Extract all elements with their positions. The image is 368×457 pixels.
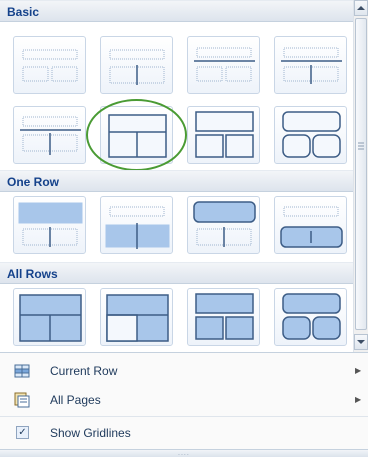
layout-tile-basic-2[interactable] bbox=[100, 36, 173, 94]
menu-item-show-gridlines-label: Show Gridlines bbox=[50, 426, 131, 440]
gallery-menu: Current Row ▶ All Pages ▶ ✓ Show Gridlin… bbox=[0, 352, 368, 457]
menu-item-all-pages-label: All Pages bbox=[50, 393, 101, 407]
layout-rounded-bottom-row-icon bbox=[280, 206, 343, 248]
layout-tile-basic-1[interactable] bbox=[13, 36, 86, 94]
layout-tile-all-rows-4[interactable] bbox=[274, 288, 347, 346]
menu-separator bbox=[0, 416, 368, 417]
gallery-scrollbar[interactable] bbox=[353, 0, 368, 352]
layout-tile-one-row-2[interactable] bbox=[100, 196, 173, 254]
layout-header-line-split-icon bbox=[281, 47, 342, 84]
layout-all-box-over-two-icon bbox=[195, 293, 254, 340]
pages-stack-icon bbox=[14, 392, 30, 408]
layout-tile-basic-8[interactable] bbox=[274, 106, 347, 164]
resize-grip-dots-icon: .... bbox=[178, 450, 190, 457]
layout-tile-basic-4[interactable] bbox=[274, 36, 347, 94]
menu-item-current-row[interactable]: Current Row ▶ bbox=[0, 357, 368, 385]
layout-tile-one-row-1[interactable] bbox=[13, 196, 86, 254]
scroll-up-button[interactable] bbox=[354, 0, 368, 16]
layout-top-line-split-icon bbox=[20, 116, 81, 155]
layout-rounded-top-row-icon bbox=[193, 201, 256, 247]
layout-tile-all-rows-2[interactable] bbox=[100, 288, 173, 346]
submenu-arrow-icon: ▶ bbox=[355, 366, 362, 375]
layout-all-filled-split-icon bbox=[19, 294, 82, 342]
menu-item-current-row-label: Current Row bbox=[50, 364, 118, 378]
layout-tile-basic-5[interactable] bbox=[13, 106, 86, 164]
layout-all-filled-half-icon bbox=[106, 294, 169, 342]
layout-box-over-two-icon bbox=[195, 111, 254, 158]
table-row-icon bbox=[14, 364, 30, 378]
layout-tile-all-rows-3[interactable] bbox=[187, 288, 260, 346]
scroll-thumb[interactable] bbox=[355, 18, 367, 330]
grip-lines-icon bbox=[358, 142, 364, 150]
scroll-down-button[interactable] bbox=[354, 334, 368, 350]
layout-filled-top-row-icon bbox=[18, 202, 83, 247]
menu-item-show-gridlines[interactable]: ✓ Show Gridlines bbox=[0, 419, 368, 447]
menu-item-all-pages[interactable]: All Pages ▶ bbox=[0, 386, 368, 414]
checkbox-checked-icon[interactable]: ✓ bbox=[16, 426, 29, 439]
layout-gallery-panel: Basic One Row All Rows Current Row ▶ All… bbox=[0, 0, 368, 457]
layout-gallery: Basic One Row All Rows bbox=[0, 0, 353, 352]
layout-all-rounded-over-two-icon bbox=[282, 293, 341, 340]
layout-header-split-icon bbox=[109, 49, 165, 85]
layout-tile-basic-3[interactable] bbox=[187, 36, 260, 94]
section-header-one-row: One Row bbox=[0, 170, 353, 192]
layout-two-cells-empty-icon bbox=[22, 49, 78, 82]
selection-highlight-circle bbox=[86, 99, 187, 171]
layout-header-line-two-cells-icon bbox=[194, 47, 255, 82]
section-header-all-rows: All Rows bbox=[0, 262, 353, 284]
section-header-basic: Basic bbox=[0, 0, 353, 22]
layout-tile-one-row-4[interactable] bbox=[274, 196, 347, 254]
submenu-arrow-icon: ▶ bbox=[355, 395, 362, 404]
scroll-down-arrow-icon bbox=[357, 340, 365, 344]
layout-rounded-over-two-icon bbox=[282, 111, 341, 158]
layout-tile-one-row-3[interactable] bbox=[187, 196, 260, 254]
scroll-up-arrow-icon bbox=[357, 6, 365, 10]
layout-tile-basic-7[interactable] bbox=[187, 106, 260, 164]
layout-tile-all-rows-1[interactable] bbox=[13, 288, 86, 346]
layout-filled-bottom-row-icon bbox=[105, 206, 170, 249]
